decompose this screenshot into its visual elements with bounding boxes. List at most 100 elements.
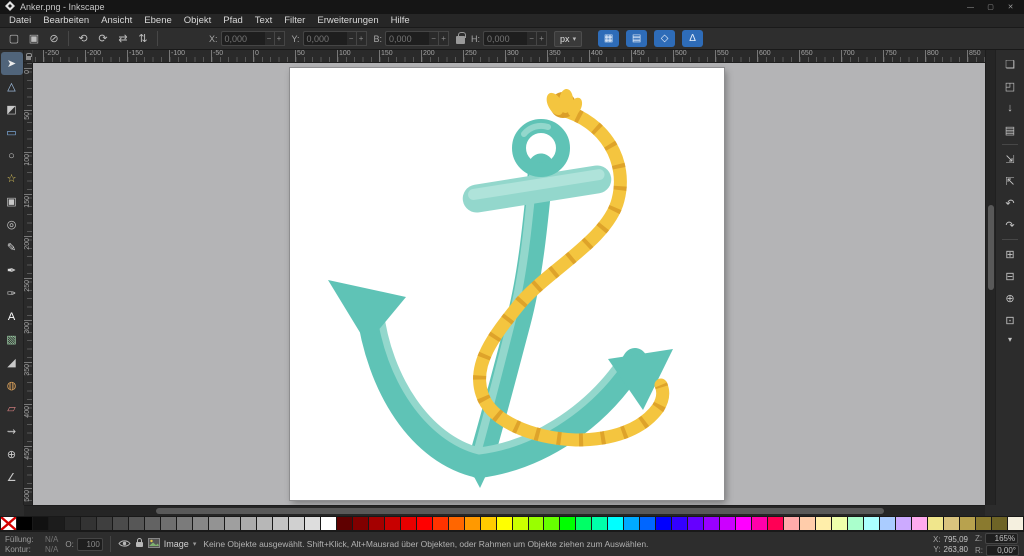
fill-value[interactable]: N/A	[45, 535, 58, 544]
palette-swatch[interactable]	[784, 517, 800, 530]
selector-tool[interactable]: ➤	[0, 52, 23, 75]
palette-swatch[interactable]	[720, 517, 736, 530]
text-tool[interactable]: A	[1, 305, 23, 328]
flip-horizontal-button[interactable]: ⇄	[114, 30, 132, 47]
palette-swatch[interactable]	[864, 517, 880, 530]
node-tool[interactable]: △	[1, 75, 23, 98]
width-field-increment[interactable]: +	[439, 31, 450, 46]
print-button[interactable]: ▤	[999, 120, 1021, 140]
select-all-button[interactable]: ▢	[5, 30, 23, 47]
x-field-input[interactable]: 0,000	[220, 31, 265, 46]
palette-swatch[interactable]	[224, 517, 240, 530]
pen-tool[interactable]: ✒	[1, 259, 23, 282]
palette-swatch[interactable]	[17, 517, 32, 530]
menu-pfad[interactable]: Pfad	[217, 14, 249, 27]
width-field-input[interactable]: 0,000	[385, 31, 430, 46]
deselect-button[interactable]: ⊘	[45, 30, 63, 47]
palette-swatch[interactable]	[192, 517, 208, 530]
y-field-increment[interactable]: +	[356, 31, 367, 46]
palette-swatch[interactable]	[832, 517, 848, 530]
palette-swatch[interactable]	[752, 517, 768, 530]
stroke-value[interactable]: N/A	[45, 545, 58, 554]
palette-swatch[interactable]	[800, 517, 816, 530]
redo-button[interactable]: ↷	[999, 215, 1021, 235]
maximize-button[interactable]: ▢	[982, 2, 999, 13]
menu-filter[interactable]: Filter	[278, 14, 311, 27]
measure-tool[interactable]: ∠	[1, 466, 23, 489]
copy-button[interactable]: ⊞	[999, 244, 1021, 264]
menu-erweiterungen[interactable]: Erweiterungen	[311, 14, 384, 27]
palette-swatch[interactable]	[528, 517, 544, 530]
palette-swatch[interactable]	[144, 517, 160, 530]
zoom-page-button[interactable]: ⊕	[999, 288, 1021, 308]
rectangle-tool[interactable]: ▭	[1, 121, 23, 144]
y-field-input[interactable]: 0,000	[302, 31, 347, 46]
vertical-ruler[interactable]: 0 50 100 150 200 250 300 350 400 450 500	[24, 63, 33, 505]
snap-toggle-page[interactable]: ∆	[682, 30, 704, 47]
unit-dropdown[interactable]: px ▾	[554, 30, 583, 47]
horizontal-ruler[interactable]: -250 -200 -150 -100 -50 0 50 100 150 200 250 300 350…	[33, 50, 985, 63]
palette-swatch[interactable]	[96, 517, 112, 530]
pencil-tool[interactable]: ✎	[1, 236, 23, 259]
palette-swatch[interactable]	[512, 517, 528, 530]
snap-toggle-bounding-box[interactable]: ▦	[598, 30, 620, 47]
palette-swatch[interactable]	[608, 517, 624, 530]
menu-bearbeiten[interactable]: Bearbeiten	[37, 14, 95, 27]
vertical-scrollbar[interactable]	[985, 50, 995, 505]
palette-swatch[interactable]	[640, 517, 656, 530]
palette-swatch[interactable]	[336, 517, 352, 530]
canvas[interactable]	[33, 63, 985, 505]
document-new-button[interactable]: ❏	[999, 54, 1021, 74]
select-all-layers-button[interactable]: ▣	[25, 30, 43, 47]
palette-swatch[interactable]	[704, 517, 720, 530]
palette-swatch[interactable]	[416, 517, 432, 530]
layer-lock-icon[interactable]	[135, 535, 144, 553]
palette-swatch[interactable]	[128, 517, 144, 530]
palette-swatch[interactable]	[32, 517, 48, 530]
undo-button[interactable]: ↶	[999, 193, 1021, 213]
palette-swatch[interactable]	[64, 517, 80, 530]
palette-swatch[interactable]	[384, 517, 400, 530]
palette-swatch[interactable]	[320, 517, 336, 530]
palette-swatch[interactable]	[848, 517, 864, 530]
lock-ratio-icon[interactable]	[456, 32, 466, 44]
menu-ebene[interactable]: Ebene	[138, 14, 177, 27]
menu-objekt[interactable]: Objekt	[178, 14, 217, 27]
palette-swatch[interactable]	[48, 517, 64, 530]
horizontal-scrollbar-thumb[interactable]	[156, 508, 884, 514]
palette-swatch[interactable]	[624, 517, 640, 530]
palette-swatch[interactable]	[672, 517, 688, 530]
palette-swatch[interactable]	[992, 517, 1008, 530]
palette-swatch[interactable]	[160, 517, 176, 530]
palette-swatch[interactable]	[896, 517, 912, 530]
palette-swatch[interactable]	[112, 517, 128, 530]
palette-swatch[interactable]	[1008, 517, 1024, 530]
import-button[interactable]: ⇲	[999, 149, 1021, 169]
palette-swatch[interactable]	[448, 517, 464, 530]
width-field-decrement[interactable]: −	[429, 31, 440, 46]
document-properties-button[interactable]: ⊡	[999, 310, 1021, 330]
palette-swatch[interactable]	[688, 517, 704, 530]
layer-name[interactable]: Image	[164, 539, 189, 549]
y-field-decrement[interactable]: −	[346, 31, 357, 46]
menu-hilfe[interactable]: Hilfe	[385, 14, 416, 27]
palette-swatch[interactable]	[432, 517, 448, 530]
document-open-button[interactable]: ◰	[999, 76, 1021, 96]
box3d-tool[interactable]: ▣	[1, 190, 23, 213]
palette-swatch[interactable]	[496, 517, 512, 530]
palette-swatch[interactable]	[480, 517, 496, 530]
eraser-tool[interactable]: ▱	[1, 397, 23, 420]
x-field-decrement[interactable]: −	[264, 31, 275, 46]
palette-swatch[interactable]	[288, 517, 304, 530]
rotation-input[interactable]: 0,00°	[986, 544, 1019, 556]
palette-swatch-none[interactable]	[1, 517, 16, 530]
palette-swatch[interactable]	[880, 517, 896, 530]
palette-swatch[interactable]	[208, 517, 224, 530]
calligraphy-tool[interactable]: ✑	[1, 282, 23, 305]
zoom-tool[interactable]: ⊕	[1, 443, 23, 466]
zoom-input[interactable]: 165%	[985, 532, 1019, 544]
shape-builder-tool[interactable]: ◩	[1, 98, 23, 121]
paint-bucket-tool[interactable]: ◍	[1, 374, 23, 397]
gradient-tool[interactable]: ▧	[1, 328, 23, 351]
menu-ansicht[interactable]: Ansicht	[95, 14, 138, 27]
